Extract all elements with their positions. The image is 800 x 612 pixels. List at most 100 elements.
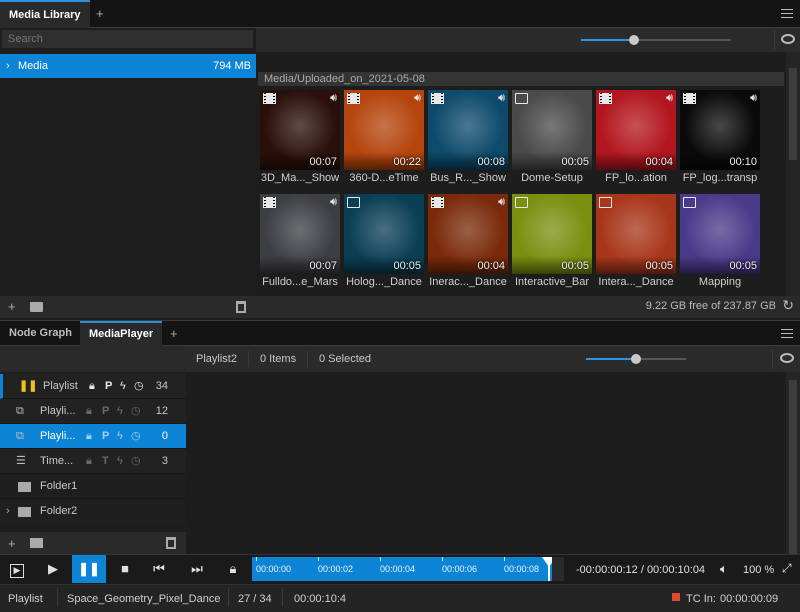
- timeline-scrubber[interactable]: 00:00:00 00:00:02 00:00:04 00:00:06 00:00:08: [252, 557, 556, 581]
- media-thumbnail[interactable]: 00:05: [596, 194, 676, 274]
- film-icon: [431, 197, 444, 208]
- tab-media-library[interactable]: Media Library: [0, 0, 90, 28]
- divider: [772, 349, 773, 369]
- playlist-name: Playlist: [43, 380, 78, 392]
- media-thumbnail[interactable]: 00:05: [344, 194, 424, 274]
- next-button[interactable]: ⏭: [180, 555, 214, 583]
- tab-media-player[interactable]: MediaPlayer: [80, 321, 163, 347]
- media-thumbnail[interactable]: 🔊︎ 00:04: [428, 194, 508, 274]
- trigger-icon[interactable]: ϟ: [117, 424, 123, 449]
- thumbnail-duration: 00:05: [729, 260, 757, 272]
- timeline-tick: [380, 557, 381, 561]
- thumbnail-duration: 00:07: [309, 156, 337, 168]
- thumbnail-duration: 00:05: [645, 260, 673, 272]
- media-thumbnail[interactable]: 🔊︎ 00:08: [428, 90, 508, 170]
- menu-icon[interactable]: [781, 9, 793, 18]
- previous-button[interactable]: ⏮: [142, 555, 176, 583]
- playhead-line: [548, 557, 550, 581]
- play-button[interactable]: ▶: [36, 555, 70, 583]
- zoom-slider-fill: [586, 358, 636, 360]
- playlist-content: [186, 372, 786, 554]
- thumbnail-duration: 00:05: [561, 156, 589, 168]
- media-thumbnail[interactable]: 🔊︎ 00:07: [260, 194, 340, 274]
- media-thumbnail[interactable]: 🔊︎ 00:07: [260, 90, 340, 170]
- media-thumbnail[interactable]: 00:05: [512, 90, 592, 170]
- lock-icon[interactable]: 🔒︎: [89, 374, 95, 399]
- playlist-row[interactable]: ⧉ Playli... 🔒︎ Pϟ ◷ 0: [0, 424, 186, 449]
- tab-node-graph[interactable]: Node Graph: [0, 321, 81, 347]
- media-thumbnail[interactable]: 00:05: [512, 194, 592, 274]
- playlist-row[interactable]: ⧉ Playli... 🔒︎ Pϟ ◷ 12: [0, 399, 186, 424]
- playlist-name: Time...: [40, 455, 74, 467]
- trigger-icon[interactable]: ϟ: [117, 399, 123, 424]
- speaker-icon[interactable]: 🔈︎: [720, 561, 728, 577]
- timeline-tick: [442, 557, 443, 561]
- add-folder-button[interactable]: +: [8, 299, 16, 314]
- item-count: 0 Items: [260, 353, 297, 365]
- trash-icon[interactable]: [236, 301, 246, 313]
- folder-icon[interactable]: [30, 302, 43, 312]
- media-thumbnail[interactable]: 🔊︎ 00:22: [344, 90, 424, 170]
- playlist-row[interactable]: ☰ Time... 🔒︎ Tϟ ◷ 3: [0, 449, 186, 474]
- stop-button[interactable]: ■: [108, 555, 142, 583]
- lock-icon[interactable]: 🔒︎: [86, 449, 92, 474]
- clock-icon[interactable]: ◷: [131, 424, 141, 449]
- trigger-icon[interactable]: ϟ: [120, 374, 126, 399]
- lock-icon[interactable]: 🔒︎: [86, 399, 92, 424]
- search-field[interactable]: [2, 30, 253, 48]
- player-scrollbar[interactable]: [786, 372, 800, 554]
- media-thumbnail[interactable]: 🔊︎ 00:10: [680, 90, 760, 170]
- playlist-mode-flag[interactable]: T: [102, 449, 109, 474]
- thumb-size-slider-knob[interactable]: [628, 35, 639, 45]
- pause-button[interactable]: ❚❚: [72, 555, 106, 583]
- search-input[interactable]: [2, 30, 253, 48]
- timeline-tick: [256, 557, 257, 561]
- add-playlist-button[interactable]: +: [8, 536, 16, 551]
- refresh-icon[interactable]: ↻: [782, 297, 794, 314]
- scrollbar-thumb[interactable]: [789, 380, 797, 554]
- library-footer: 9.22 GB free of 237.87 GB ↻: [256, 296, 800, 318]
- library-scrollbar[interactable]: [786, 52, 800, 296]
- thumbnail-label: 360-D...eTime: [349, 172, 419, 184]
- thumbnail-label: Intera..._Dance: [598, 276, 674, 288]
- media-thumbnail[interactable]: 00:05: [680, 194, 760, 274]
- scrollbar-thumb[interactable]: [789, 68, 797, 160]
- tree-item-media[interactable]: › Media 794 MB: [0, 54, 256, 78]
- lock-icon[interactable]: 🔒︎: [216, 555, 250, 583]
- media-thumbnail[interactable]: 🔊︎ 00:04: [596, 90, 676, 170]
- clock-icon[interactable]: ◷: [131, 449, 141, 474]
- playlist-row[interactable]: ❚❚ Playlist 🔒︎ Pϟ ◷ 34: [0, 374, 186, 399]
- folder-item[interactable]: › Folder2: [0, 499, 186, 524]
- playlist-mode-flag[interactable]: P: [102, 424, 109, 449]
- speaker-icon: 🔊︎: [498, 92, 505, 104]
- playlist-mode-flag[interactable]: P: [102, 399, 109, 424]
- tc-label: TC In:: [686, 593, 716, 605]
- chevron-right-icon[interactable]: ›: [6, 499, 10, 524]
- folder-item[interactable]: Folder1: [0, 474, 186, 499]
- clock-icon[interactable]: ◷: [134, 374, 144, 399]
- clock-icon[interactable]: ◷: [131, 399, 141, 424]
- play-from-start-button[interactable]: ▶: [0, 555, 34, 583]
- trash-icon[interactable]: [166, 537, 176, 549]
- zoom-slider-knob[interactable]: [631, 354, 641, 364]
- volume-level[interactable]: 100 %: [743, 564, 774, 576]
- image-icon: [515, 93, 528, 104]
- folder-icon[interactable]: [30, 538, 43, 548]
- playlist-icon: ⧉: [16, 430, 24, 442]
- eye-icon[interactable]: [781, 34, 795, 44]
- add-tab-button[interactable]: +: [96, 6, 104, 21]
- add-tab-button[interactable]: +: [170, 326, 178, 341]
- lock-icon[interactable]: 🔒︎: [86, 424, 92, 449]
- chevron-right-icon[interactable]: ›: [6, 54, 10, 78]
- menu-icon[interactable]: [781, 329, 793, 338]
- eye-icon[interactable]: [780, 353, 794, 363]
- playlist-footer: +: [0, 532, 186, 554]
- trigger-icon[interactable]: ϟ: [117, 449, 123, 474]
- timeline-tick-label: 00:00:02: [318, 564, 354, 574]
- playlist-mode-flag[interactable]: P: [105, 374, 112, 399]
- folder-icon: [18, 507, 31, 517]
- playlist-panel-header: [0, 346, 186, 372]
- expand-icon[interactable]: ⤢: [782, 561, 792, 576]
- disk-free-label: 9.22 GB free of 237.87 GB: [645, 300, 776, 312]
- thumbnail-label: Mapping: [698, 276, 742, 288]
